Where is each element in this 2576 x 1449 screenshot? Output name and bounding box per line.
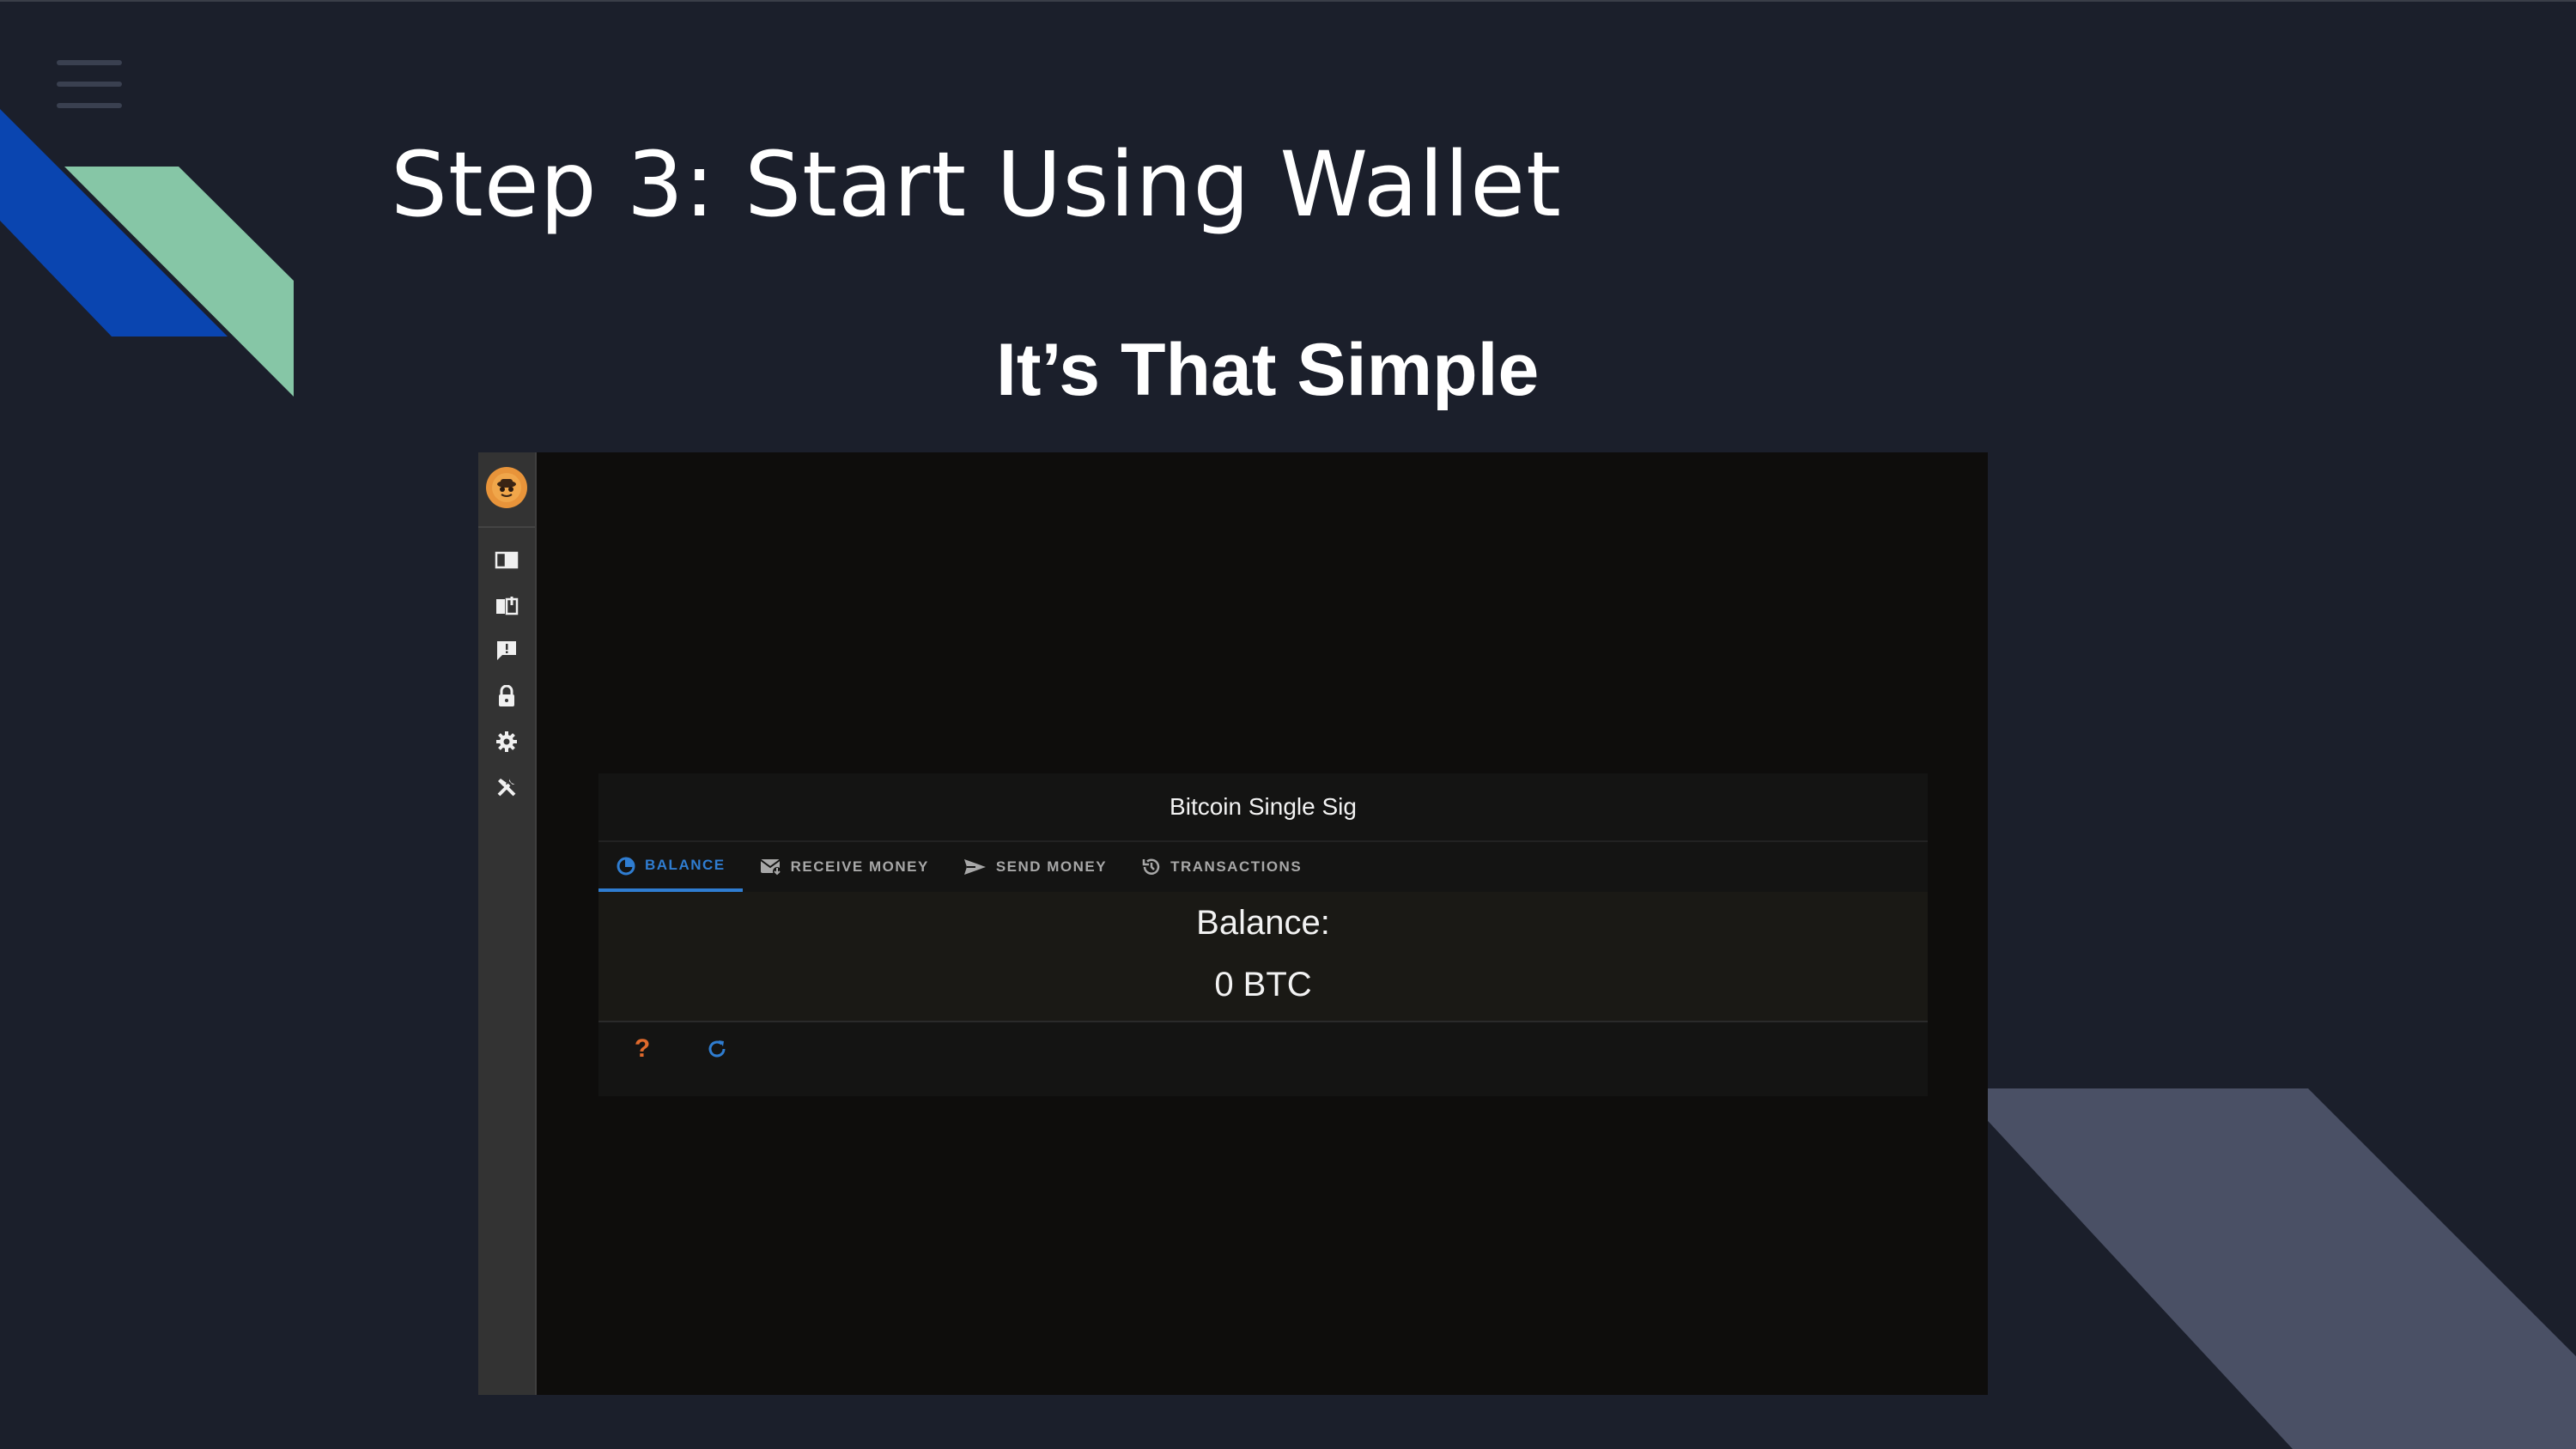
balance-label: Balance: bbox=[1196, 904, 1330, 942]
receive-icon bbox=[760, 859, 781, 876]
wallet-tabs: BALANCE RECEIVE MONEY SEND MONEY TRANSAC… bbox=[598, 842, 1928, 892]
app-sidebar bbox=[478, 452, 537, 1395]
send-icon bbox=[963, 859, 986, 875]
book-icon[interactable] bbox=[494, 547, 519, 573]
wallet-app-window: Bitcoin Single Sig BALANCE RECEIVE MONEY… bbox=[478, 452, 1988, 1395]
tools-icon[interactable] bbox=[494, 774, 519, 800]
tab-transactions-label: TRANSACTIONS bbox=[1170, 858, 1303, 875]
gear-icon[interactable] bbox=[494, 729, 519, 755]
tab-receive-money-label: RECEIVE MONEY bbox=[790, 858, 929, 875]
tab-send-money[interactable]: SEND MONEY bbox=[946, 842, 1124, 892]
wallet-title: Bitcoin Single Sig bbox=[598, 773, 1928, 842]
balance-panel: Balance: 0 BTC bbox=[598, 892, 1928, 1022]
wallet-card: Bitcoin Single Sig BALANCE RECEIVE MONEY… bbox=[598, 773, 1928, 1096]
refresh-icon[interactable] bbox=[703, 1035, 731, 1063]
feedback-icon[interactable] bbox=[494, 638, 519, 664]
slide-title: Step 3: Start Using Wallet bbox=[391, 132, 1562, 237]
balance-icon bbox=[617, 857, 635, 876]
decorative-stripe-right bbox=[1958, 1088, 2576, 1449]
help-icon[interactable]: ? bbox=[629, 1034, 655, 1064]
hamburger-menu-icon[interactable] bbox=[57, 60, 122, 108]
tab-receive-money[interactable]: RECEIVE MONEY bbox=[743, 842, 946, 892]
lock-icon[interactable] bbox=[494, 683, 519, 709]
tab-balance-label: BALANCE bbox=[645, 857, 726, 873]
slide-page: Step 3: Start Using Wallet It’s That Sim… bbox=[0, 0, 2576, 1449]
slide-subtitle: It’s That Simple bbox=[996, 329, 1540, 411]
tab-send-money-label: SEND MONEY bbox=[995, 858, 1108, 875]
map-book-icon[interactable] bbox=[494, 592, 519, 618]
sidebar-divider bbox=[478, 526, 535, 528]
wallet-card-footer: ? bbox=[598, 1022, 1928, 1076]
balance-value: 0 BTC bbox=[1214, 966, 1312, 1003]
decorative-stripes-left bbox=[0, 109, 294, 397]
spy-logo-icon[interactable] bbox=[486, 467, 527, 508]
history-icon bbox=[1142, 858, 1160, 875]
tab-balance[interactable]: BALANCE bbox=[598, 842, 743, 892]
tab-transactions[interactable]: TRANSACTIONS bbox=[1124, 842, 1319, 892]
